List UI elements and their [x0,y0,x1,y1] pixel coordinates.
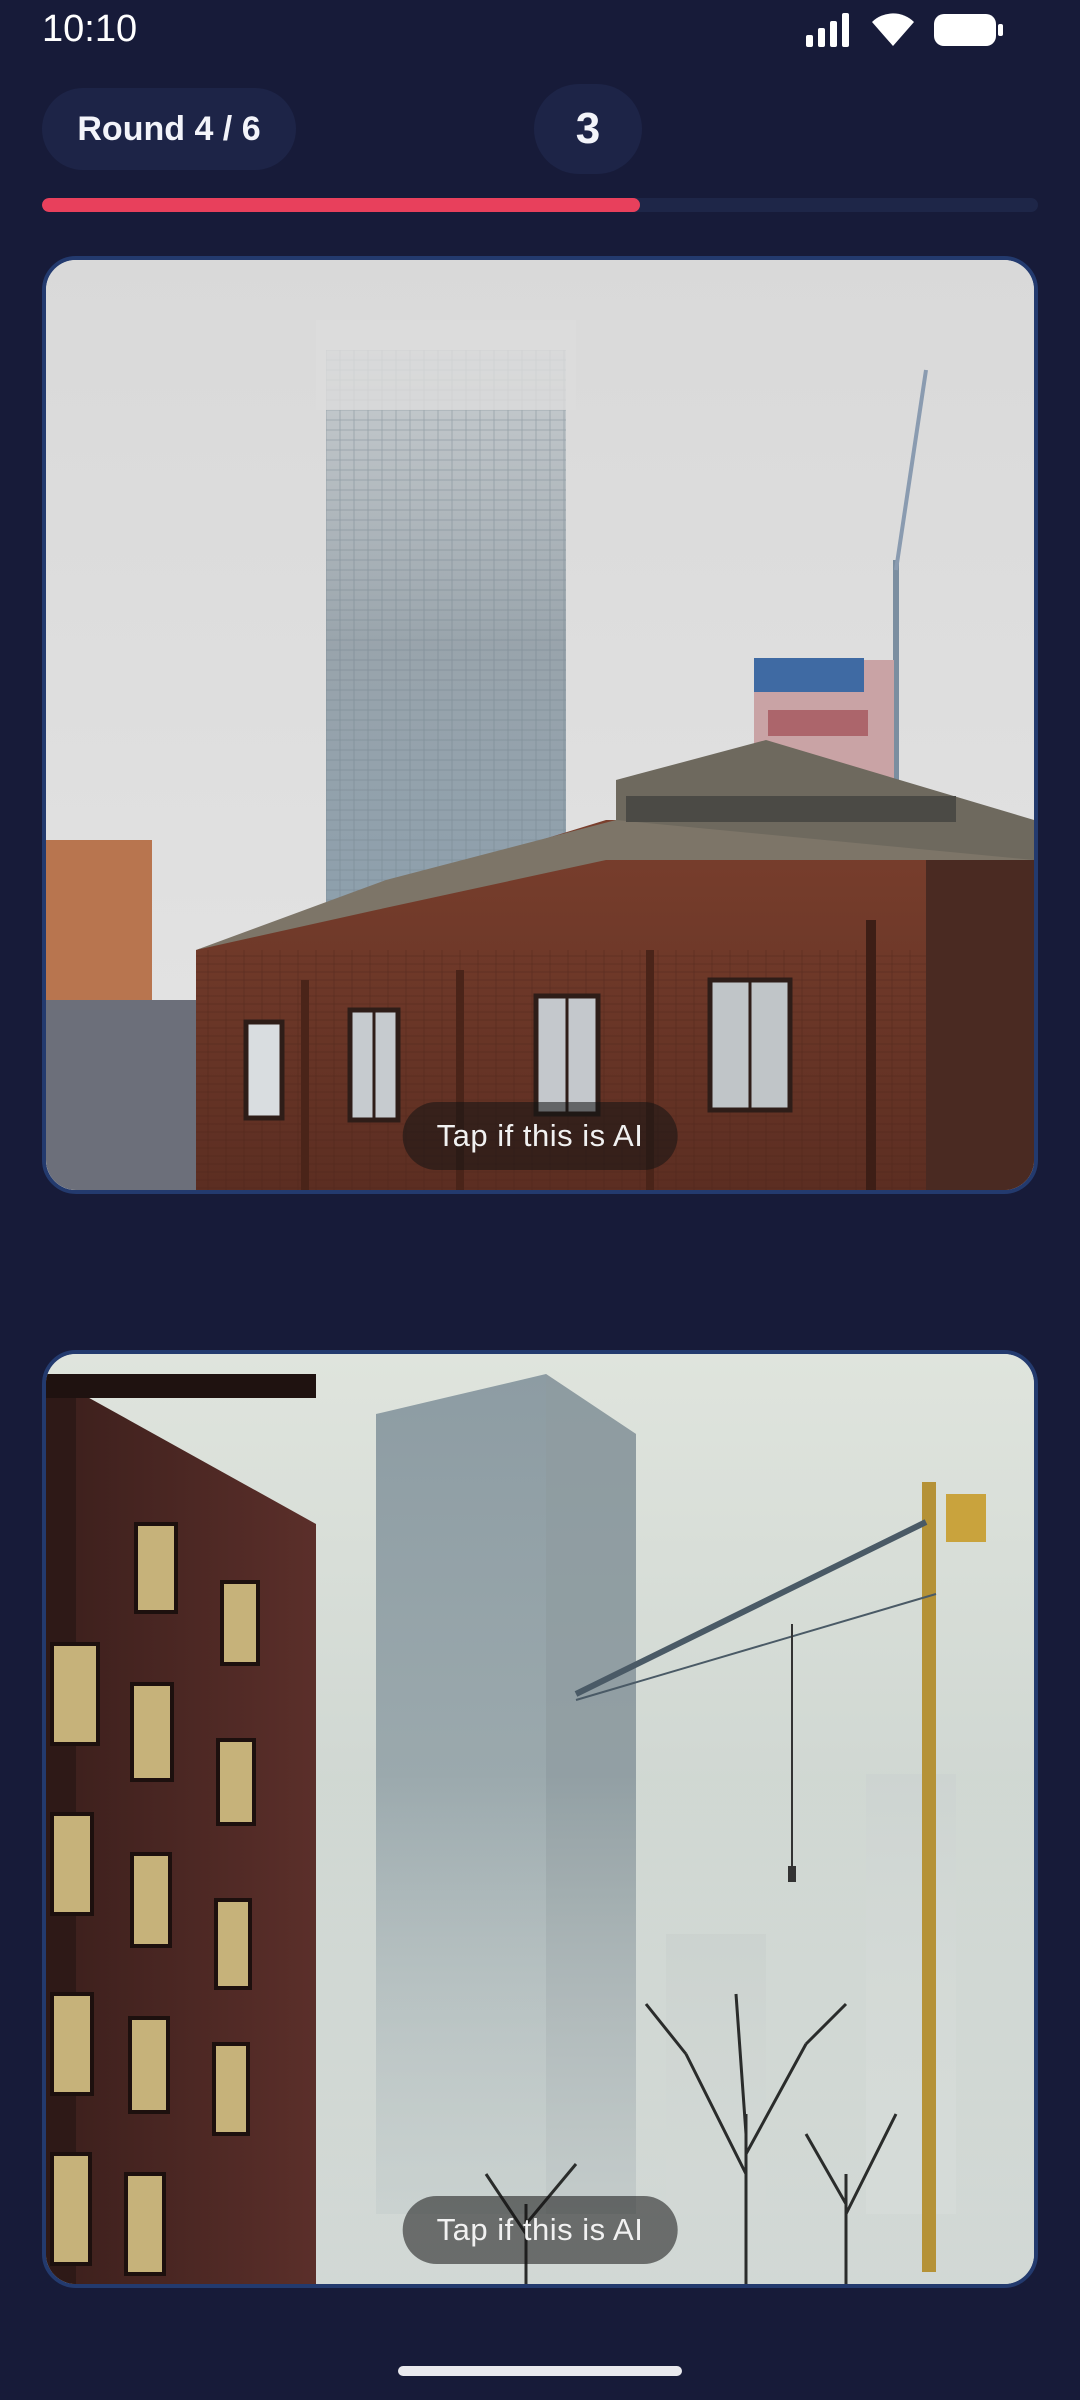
wifi-icon [872,13,914,46]
battery-icon [934,14,1003,46]
progress-bar [42,198,1038,212]
status-icons [806,12,1004,48]
image-card-top[interactable]: Tap if this is AI [42,256,1038,1194]
timer-value: 3 [575,104,601,153]
signal-icon [806,13,849,47]
photo-foggy-city-brick-building [46,260,1034,1190]
image-card-bottom[interactable]: Tap if this is AI [42,1350,1038,2288]
tap-if-ai-label: Tap if this is AI [402,1102,678,1170]
status-time: 10:10 [42,8,138,50]
status-bar: 10:10 [0,0,1080,60]
home-indicator[interactable] [398,2366,682,2376]
round-label: Round 4 / 6 [77,109,261,148]
tap-if-ai-label: Tap if this is AI [402,2196,678,2264]
round-indicator: Round 4 / 6 [42,88,296,170]
photo-misty-skyscraper-crane [46,1354,1034,2284]
timer-badge: 3 [534,84,642,174]
progress-fill [42,198,640,212]
